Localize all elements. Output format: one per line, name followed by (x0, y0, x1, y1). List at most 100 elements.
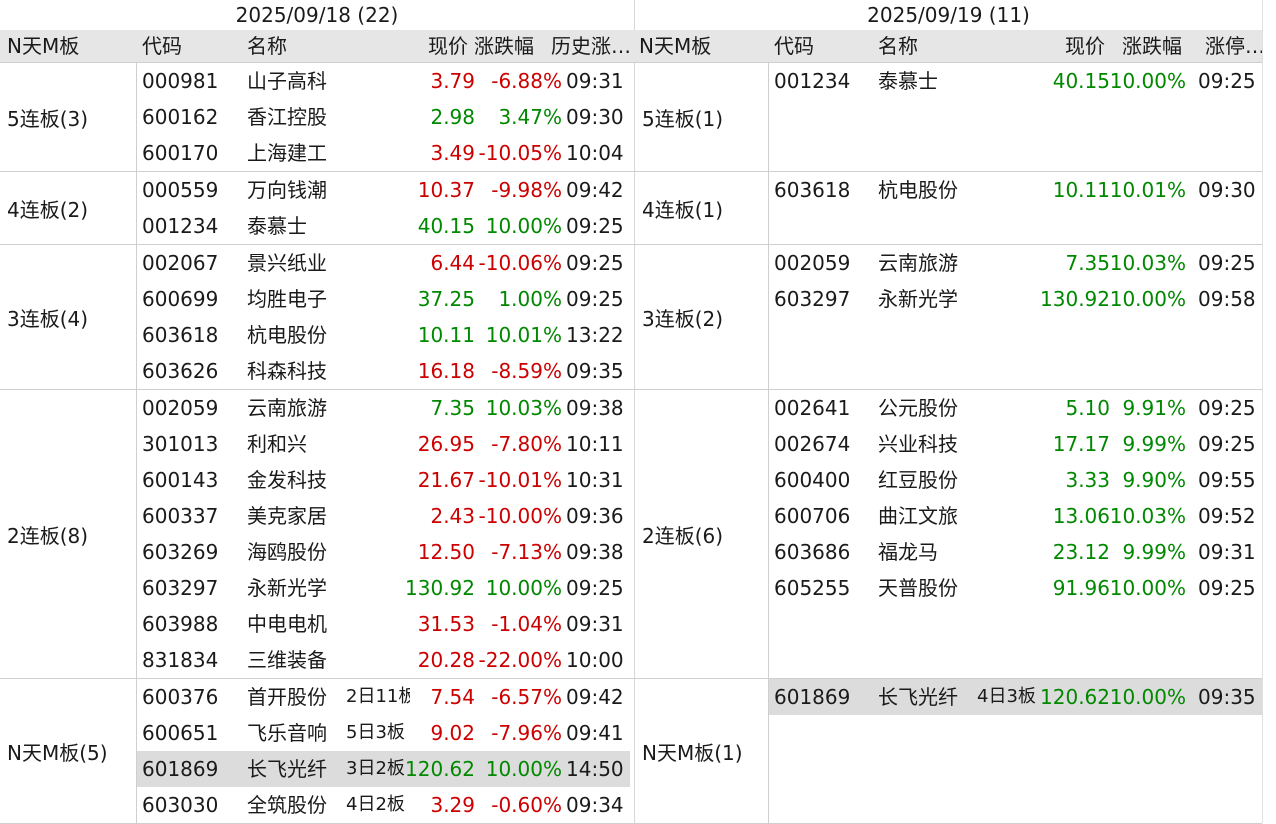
stock-change: -10.01% (478, 468, 562, 492)
stock-change: 10.01% (485, 323, 562, 347)
stock-price: 37.25 (417, 287, 475, 311)
table-row[interactable]: 603618 杭电股份 10.11 10.01% 09:30 (769, 172, 1262, 208)
table-row[interactable]: 600337 美克家居 2.43 -10.00% 09:36 (137, 498, 630, 534)
limit-time: 09:42 (566, 685, 624, 709)
col-header-change[interactable]: 涨跌幅 (1122, 30, 1182, 62)
table-row[interactable]: 301013 利和兴 26.95 -7.80% 10:11 (137, 426, 630, 462)
col-header-history[interactable]: 涨停… (1205, 30, 1265, 62)
group-label: 5连板(3) (0, 63, 137, 171)
table-row[interactable]: 600143 金发科技 21.67 -10.01% 10:31 (137, 462, 630, 498)
stock-code: 002059 (142, 396, 219, 420)
stock-name: 兴业科技 (878, 432, 958, 456)
stock-change: 10.00% (1109, 685, 1186, 709)
stock-code: 600170 (142, 141, 219, 165)
table-row[interactable]: 002059 云南旅游 7.35 10.03% 09:25 (769, 245, 1262, 281)
stock-name: 永新光学 (878, 287, 958, 311)
limit-time: 09:58 (1198, 287, 1256, 311)
stock-change: 3.47% (498, 105, 562, 129)
stock-change: -8.59% (491, 359, 562, 383)
table-row[interactable]: 603988 中电电机 31.53 -1.04% 09:31 (137, 606, 630, 642)
limit-time: 09:35 (1198, 685, 1256, 709)
table-row[interactable]: 600651 飞乐音响 5日3板 9.02 -7.96% 09:41 (137, 715, 630, 751)
table-row[interactable]: 831834 三维装备 20.28 -22.00% 10:00 (137, 642, 630, 678)
table-row[interactable]: 600376 首开股份 2日11板 7.54 -6.57% 09:42 (137, 679, 630, 715)
stock-change: -7.96% (491, 721, 562, 745)
group-label: 3连板(4) (0, 245, 137, 389)
stock-price: 40.15 (1052, 69, 1110, 93)
col-header-change[interactable]: 涨跌幅 (474, 30, 534, 62)
stock-price: 12.50 (417, 540, 475, 564)
col-header-code[interactable]: 代码 (142, 30, 182, 62)
stock-name: 云南旅游 (878, 251, 958, 275)
stock-change: 9.90% (1122, 468, 1186, 492)
table-row[interactable]: 002067 景兴纸业 6.44 -10.06% 09:25 (137, 245, 630, 281)
limit-time: 09:25 (566, 214, 624, 238)
stock-change: -0.60% (491, 793, 562, 817)
table-row[interactable]: 002674 兴业科技 17.17 9.99% 09:25 (769, 426, 1262, 462)
table-row[interactable]: 601869 长飞光纤 3日2板 120.62 10.00% 14:50 (137, 751, 630, 787)
table-row[interactable]: 603297 永新光学 130.92 10.00% 09:58 (769, 281, 1262, 317)
table-row[interactable]: 000559 万向钱潮 10.37 -9.98% 09:42 (137, 172, 630, 208)
stock-price: 40.15 (417, 214, 475, 238)
stock-code: 000559 (142, 178, 219, 202)
table-row[interactable]: 603618 杭电股份 10.11 10.01% 13:22 (137, 317, 630, 353)
stock-name: 飞乐音响 (247, 721, 327, 745)
stock-name: 长飞光纤 (878, 685, 958, 709)
stock-change: -7.80% (491, 432, 562, 456)
col-header-name[interactable]: 名称 (247, 30, 287, 62)
table-row[interactable]: 601869 长飞光纤 4日3板 120.62 10.00% 09:35 (769, 679, 1262, 715)
group-label: 4连板(2) (0, 172, 137, 244)
stock-name: 均胜电子 (247, 287, 327, 311)
table-row[interactable]: 603626 科森科技 16.18 -8.59% 09:35 (137, 353, 630, 389)
stock-price: 120.62 (1040, 685, 1110, 709)
stock-change: -10.05% (478, 141, 562, 165)
limit-time: 10:04 (566, 141, 624, 165)
table-row[interactable]: 000981 山子高科 3.79 -6.88% 09:31 (137, 63, 630, 99)
table-row[interactable]: 600706 曲江文旅 13.06 10.03% 09:52 (769, 498, 1262, 534)
table-row[interactable]: 002059 云南旅游 7.35 10.03% 09:38 (137, 390, 630, 426)
stock-price: 23.12 (1052, 540, 1110, 564)
col-header-nm[interactable]: N天M板 (639, 30, 711, 62)
col-header-history[interactable]: 历史涨… (551, 30, 631, 62)
stock-change: 10.00% (1109, 287, 1186, 311)
table-row[interactable]: 603686 福龙马 23.12 9.99% 09:31 (769, 534, 1262, 570)
edge-scrollbar[interactable] (1262, 0, 1276, 823)
group: 4连板(2) 000559 万向钱潮 10.37 -9.98% 09:42 001234 泰慕… (0, 172, 634, 245)
stock-change: 10.00% (1109, 576, 1186, 600)
stock-price: 7.35 (430, 396, 475, 420)
table-row[interactable]: 600162 香江控股 2.98 3.47% 09:30 (137, 99, 630, 135)
stock-price: 130.92 (1040, 287, 1110, 311)
col-header-price[interactable]: 现价 (1037, 30, 1105, 62)
stock-price: 16.18 (417, 359, 475, 383)
table-row[interactable]: 600400 红豆股份 3.33 9.90% 09:55 (769, 462, 1262, 498)
table-row[interactable]: 605255 天普股份 91.96 10.00% 09:25 (769, 570, 1262, 606)
col-header-code[interactable]: 代码 (774, 30, 814, 62)
limit-time: 09:41 (566, 721, 624, 745)
table-row[interactable]: 603297 永新光学 130.92 10.00% 09:25 (137, 570, 630, 606)
stock-name: 全筑股份 (247, 793, 327, 817)
table-row[interactable]: 600170 上海建工 3.49 -10.05% 10:04 (137, 135, 630, 171)
table-row[interactable]: 603030 全筑股份 4日2板 3.29 -0.60% 09:34 (137, 787, 630, 823)
table-row[interactable]: 002641 公元股份 5.10 9.91% 09:25 (769, 390, 1262, 426)
col-header-name[interactable]: 名称 (878, 30, 918, 62)
table-row[interactable]: 600699 均胜电子 37.25 1.00% 09:25 (137, 281, 630, 317)
col-header-nm[interactable]: N天M板 (7, 30, 79, 62)
stock-code: 002641 (774, 396, 851, 420)
stock-code: 002067 (142, 251, 219, 275)
stock-code: 601869 (774, 685, 851, 709)
limit-time: 09:25 (566, 251, 624, 275)
stock-name: 云南旅游 (247, 396, 327, 420)
table-row[interactable]: 001234 泰慕士 40.15 10.00% 09:25 (137, 208, 630, 244)
stock-change: -6.88% (491, 69, 562, 93)
table-row[interactable]: 001234 泰慕士 40.15 10.00% 09:25 (769, 63, 1262, 99)
limit-time: 14:50 (566, 757, 624, 781)
stock-code: 600143 (142, 468, 219, 492)
stock-change: -7.13% (491, 540, 562, 564)
stock-change: -10.00% (478, 504, 562, 528)
stock-code: 603988 (142, 612, 219, 636)
stock-change: 1.00% (498, 287, 562, 311)
panel-2025-09-19: 2025/09/19 (11) N天M板 代码 名称 现价 涨跌幅 涨停… 5连板(1) 0… (634, 0, 1265, 824)
col-header-price[interactable]: 现价 (400, 30, 468, 62)
limit-time: 09:35 (566, 359, 624, 383)
table-row[interactable]: 603269 海鸥股份 12.50 -7.13% 09:38 (137, 534, 630, 570)
